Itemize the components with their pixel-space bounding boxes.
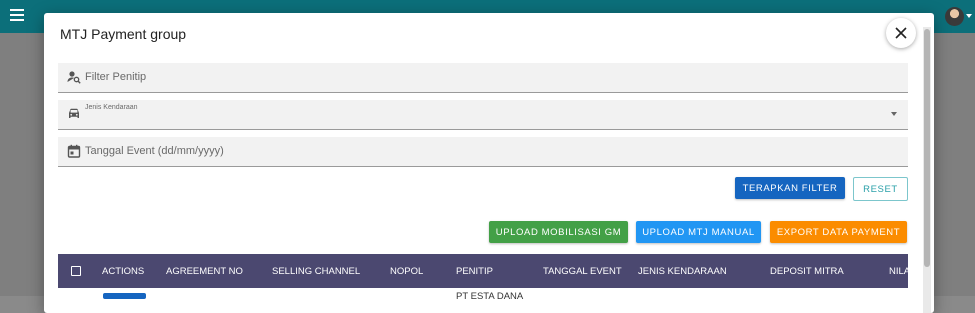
avatar-menu-caret-icon[interactable] xyxy=(966,14,972,18)
close-icon xyxy=(895,27,907,39)
dropdown-arrow-icon[interactable] xyxy=(891,112,897,116)
menu-icon[interactable] xyxy=(10,9,24,21)
select-all-checkbox[interactable] xyxy=(71,266,81,276)
column-header-nila[interactable]: NILA xyxy=(889,266,910,277)
upload-mobilisasi-gm-button[interactable]: UPLOAD MOBILISASI GM xyxy=(489,221,628,243)
jenis-kendaraan-select[interactable]: Jenis Kendaraan xyxy=(58,100,908,130)
column-header-selling-channel[interactable]: SELLING CHANNEL xyxy=(272,266,360,277)
person-search-icon xyxy=(67,71,81,84)
car-icon xyxy=(69,108,79,118)
table-header: ACTIONS AGREEMENT NO SELLING CHANNEL NOP… xyxy=(58,254,910,288)
scrollbar-thumb[interactable] xyxy=(924,29,930,267)
payment-group-dialog: MTJ Payment group Filter Penitip Jenis K… xyxy=(44,13,934,313)
close-button[interactable] xyxy=(886,18,916,48)
reset-button[interactable]: RESET xyxy=(853,177,908,201)
upload-mtj-manual-button[interactable]: UPLOAD MTJ MANUAL xyxy=(636,221,761,243)
row-action-button[interactable] xyxy=(103,293,146,299)
penitip-filter-input[interactable]: Filter Penitip xyxy=(85,71,146,83)
tanggal-event-input[interactable]: Tanggal Event (dd/mm/yyyy) xyxy=(85,145,224,157)
column-header-tanggal-event[interactable]: TANGGAL EVENT xyxy=(543,266,622,277)
column-header-agreement-no[interactable]: AGREEMENT NO xyxy=(166,266,243,277)
dialog-scrollbar[interactable] xyxy=(923,27,931,313)
column-header-deposit-mitra[interactable]: DEPOSIT MITRA xyxy=(770,266,844,277)
export-data-payment-button[interactable]: EXPORT DATA PAYMENT xyxy=(770,221,907,243)
apply-filter-button[interactable]: TERAPKAN FILTER xyxy=(735,177,845,199)
column-header-penitip[interactable]: PENITIP xyxy=(456,266,493,277)
dialog-title: MTJ Payment group xyxy=(60,26,187,42)
column-header-nopol[interactable]: NOPOL xyxy=(390,266,423,277)
calendar-icon xyxy=(67,144,81,158)
jenis-kendaraan-label: Jenis Kendaraan xyxy=(85,104,138,111)
penitip-filter-field[interactable]: Filter Penitip xyxy=(58,63,908,93)
avatar[interactable] xyxy=(945,7,964,26)
table-cell-penitip: PT ESTA DANA xyxy=(456,291,524,302)
column-header-actions[interactable]: ACTIONS xyxy=(102,266,144,277)
column-header-jenis-kendaraan[interactable]: JENIS KENDARAAN xyxy=(638,266,727,277)
tanggal-event-field[interactable]: Tanggal Event (dd/mm/yyyy) xyxy=(58,137,908,167)
